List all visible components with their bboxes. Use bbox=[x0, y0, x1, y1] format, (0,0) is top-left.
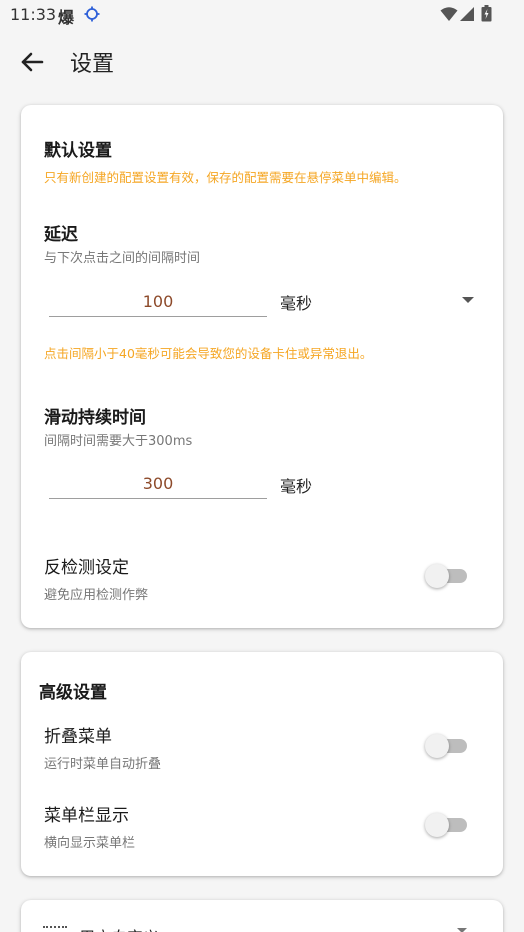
anti-detect-title: 反检测设定 bbox=[44, 558, 129, 578]
wifi-icon bbox=[440, 7, 458, 21]
menu-bar-display-subtitle: 横向显示菜单栏 bbox=[44, 836, 136, 851]
battery-icon bbox=[481, 5, 492, 22]
advanced-settings-title: 高级设置 bbox=[39, 683, 107, 703]
anti-detect-subtitle: 避免应用检测作弊 bbox=[44, 588, 149, 603]
custom-section-card[interactable]: 用户自定义 bbox=[21, 900, 503, 932]
location-icon bbox=[84, 6, 100, 22]
default-settings-warning: 只有新创建的配置设置有效，保存的配置需要在悬停菜单中编辑。 bbox=[44, 170, 407, 185]
swipe-duration-subtitle: 间隔时间需要大于300ms bbox=[44, 434, 193, 449]
dots-icon bbox=[43, 926, 67, 929]
default-settings-card: 默认设置 只有新创建的配置设置有效，保存的配置需要在悬停菜单中编辑。 延迟 与下… bbox=[21, 105, 503, 628]
status-time: 11:33 bbox=[10, 5, 57, 24]
delay-warning: 点击间隔小于40毫秒可能会导致您的设备卡住或异常退出。 bbox=[44, 346, 373, 361]
toggle-thumb bbox=[425, 734, 449, 758]
chevron-down-icon[interactable] bbox=[462, 297, 474, 303]
delay-title: 延迟 bbox=[44, 225, 78, 245]
toggle-thumb bbox=[425, 564, 449, 588]
collapse-menu-toggle[interactable] bbox=[425, 734, 469, 758]
collapse-menu-title: 折叠菜单 bbox=[44, 727, 112, 747]
notification-icon: 爆 bbox=[58, 8, 75, 27]
app-bar: 设置 bbox=[0, 34, 524, 90]
menu-bar-display-title: 菜单栏显示 bbox=[44, 806, 129, 826]
advanced-settings-card: 高级设置 折叠菜单 运行时菜单自动折叠 菜单栏显示 横向显示菜单栏 bbox=[21, 652, 503, 876]
collapse-menu-subtitle: 运行时菜单自动折叠 bbox=[44, 757, 162, 772]
menu-bar-display-toggle[interactable] bbox=[425, 813, 469, 837]
arrow-left-icon[interactable] bbox=[18, 48, 46, 76]
swipe-duration-unit: 毫秒 bbox=[280, 477, 313, 496]
delay-unit-select[interactable]: 毫秒 bbox=[280, 290, 312, 314]
delay-input[interactable] bbox=[49, 287, 267, 317]
delay-subtitle: 与下次点击之间的间隔时间 bbox=[44, 251, 201, 266]
anti-detect-toggle[interactable] bbox=[425, 564, 469, 588]
swipe-duration-title: 滑动持续时间 bbox=[44, 408, 146, 428]
cell-signal-icon bbox=[460, 7, 474, 21]
status-bar: 11:33 爆 bbox=[0, 0, 524, 28]
chevron-down-icon bbox=[457, 928, 467, 932]
default-settings-title: 默认设置 bbox=[44, 141, 112, 161]
custom-section-title: 用户自定义 bbox=[79, 924, 159, 932]
swipe-duration-input[interactable] bbox=[49, 469, 267, 499]
toggle-thumb bbox=[425, 813, 449, 837]
page-title: 设置 bbox=[70, 52, 115, 77]
